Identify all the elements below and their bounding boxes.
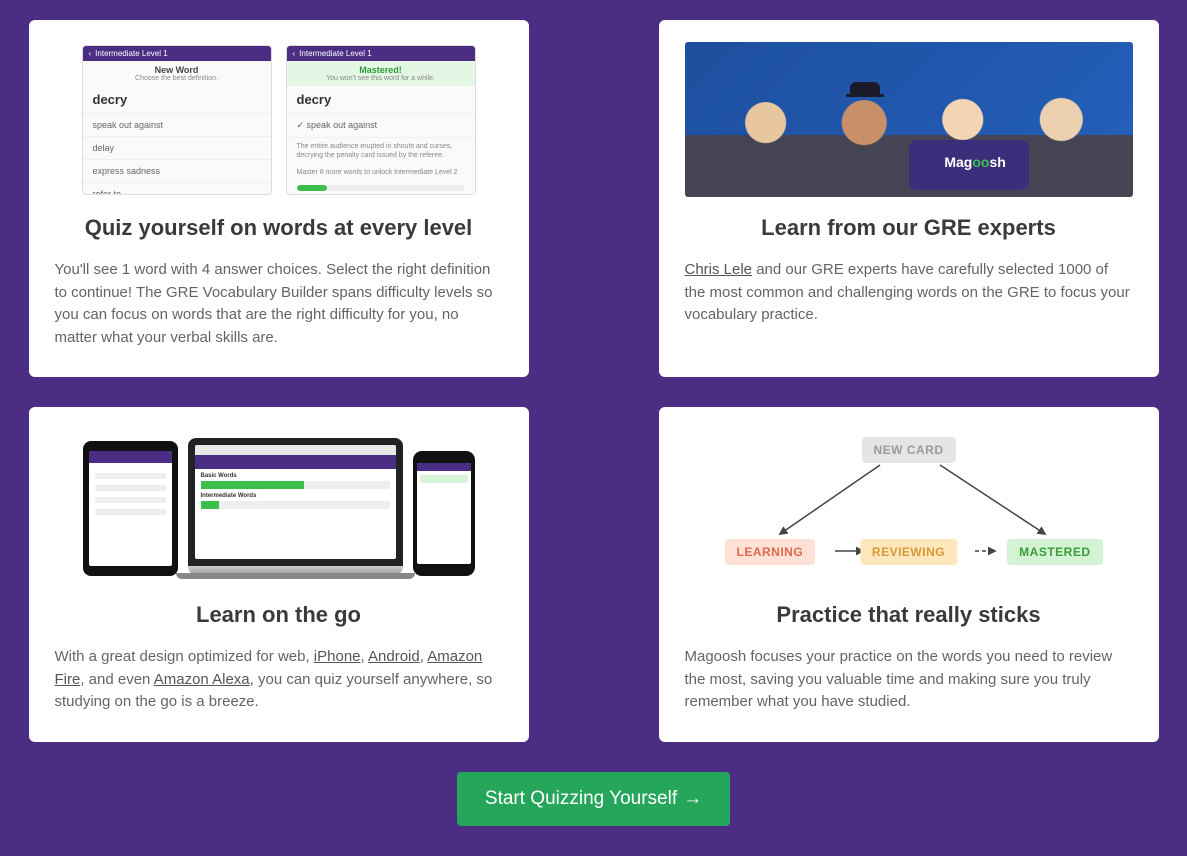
card-body: Magoosh focuses your practice on the wor… <box>685 646 1133 714</box>
breadcrumb: Intermediate Level 1 <box>95 49 168 58</box>
laptop-icon: Basic Words Intermediate Words <box>188 438 403 576</box>
card-quiz: ‹Intermediate Level 1 New WordChoose the… <box>29 20 529 377</box>
phone-icon <box>413 451 475 576</box>
quiz-word: decry <box>287 86 475 114</box>
quiz-option: speak out against <box>83 114 271 137</box>
shot-subheading: Choose the best definition. <box>83 75 271 82</box>
cta-label: Start Quizzing Yourself <box>485 788 677 809</box>
pill-learning: LEARNING <box>725 539 816 565</box>
laptop-section-label: Intermediate Words <box>201 493 390 499</box>
card-title: Quiz yourself on words at every level <box>55 215 503 241</box>
arrow-right-icon: → <box>683 788 702 809</box>
quiz-screenshot-before: ‹Intermediate Level 1 New WordChoose the… <box>82 45 272 195</box>
card-body: You'll see 1 word with 4 answer choices.… <box>55 259 503 349</box>
card-body-text: and our GRE experts have carefully selec… <box>685 261 1130 323</box>
shot-heading: New Word <box>83 65 271 75</box>
quiz-correct-answer: speak out against <box>287 114 475 138</box>
laptop-section-label: Basic Words <box>201 473 390 479</box>
devices-illustration: Basic Words Intermediate Words <box>55 429 503 584</box>
quiz-word: decry <box>83 86 271 114</box>
quiz-option: delay <box>83 137 271 160</box>
quiz-option: refer to <box>83 183 271 195</box>
card-title: Learn from our GRE experts <box>685 215 1133 241</box>
magoosh-logo: Magoosh <box>944 154 1005 170</box>
pill-reviewing: REVIEWING <box>860 539 957 565</box>
tablet-icon <box>83 441 178 576</box>
card-body: With a great design optimized for web, i… <box>55 646 503 714</box>
iphone-link[interactable]: iPhone <box>314 648 361 665</box>
card-practice: NEW CARD LEARNING REVIEWING MASTERED Pra… <box>659 407 1159 742</box>
pill-new-card: NEW CARD <box>862 437 956 463</box>
card-learn-on-the-go: Basic Words Intermediate Words Learn on … <box>29 407 529 742</box>
quiz-screenshot-after: ‹Intermediate Level 1 Mastered!You won't… <box>286 45 476 195</box>
start-quizzing-button[interactable]: Start Quizzing Yourself → <box>457 772 730 826</box>
android-link[interactable]: Android <box>368 648 420 665</box>
amazon-alexa-link[interactable]: Amazon Alexa <box>154 671 250 688</box>
flow-diagram: NEW CARD LEARNING REVIEWING MASTERED <box>685 429 1133 584</box>
card-title: Learn on the go <box>55 602 503 628</box>
pill-mastered: MASTERED <box>1007 539 1102 565</box>
card-title: Practice that really sticks <box>685 602 1133 628</box>
quiz-option: express sadness <box>83 160 271 183</box>
shot-heading: Mastered! <box>287 65 475 75</box>
card-experts: Magoosh Learn from our GRE experts Chris… <box>659 20 1159 377</box>
breadcrumb: Intermediate Level 1 <box>299 49 372 58</box>
chris-lele-link[interactable]: Chris Lele <box>685 261 753 278</box>
quiz-example-sentence: The entire audience erupted in shouts an… <box>287 138 475 164</box>
experts-photo: Magoosh <box>685 42 1133 197</box>
quiz-illustration: ‹Intermediate Level 1 New WordChoose the… <box>55 42 503 197</box>
card-body: Chris Lele and our GRE experts have care… <box>685 259 1133 327</box>
progress-bar <box>297 185 465 191</box>
shot-subheading: You won't see this word for a while. <box>287 75 475 82</box>
quiz-progress-text: Master 8 more words to unlock Intermedia… <box>287 164 475 181</box>
